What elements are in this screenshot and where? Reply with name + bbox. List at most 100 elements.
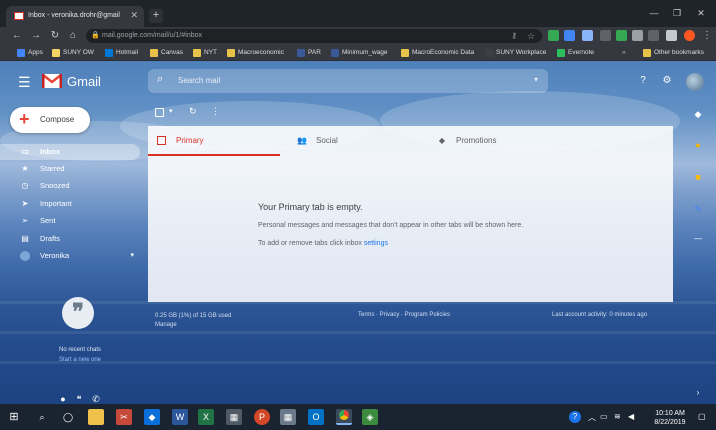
forward-icon[interactable]: → [29,29,43,43]
taskbar-clock[interactable]: 10:10 AM 8/22/2019 [648,409,692,427]
help-tray-icon[interactable]: ? [569,411,581,423]
main-menu-icon[interactable]: ☰ [18,75,32,89]
maximize-button[interactable]: ❐ [666,6,688,20]
file-explorer-icon[interactable] [88,409,104,425]
bookmark-other[interactable]: Other bookmarks [642,47,704,59]
apps-icon[interactable]: ▦ [280,409,296,425]
word-icon[interactable]: W [172,409,188,425]
manage-storage-link[interactable]: Manage [155,321,265,330]
close-window-button[interactable]: ✕ [690,6,712,20]
side-panel-toggle-icon[interactable]: ◆ [692,108,704,120]
camtasia-icon[interactable]: ◈ [362,409,378,425]
bookmark-evernote[interactable]: Evernote [556,47,594,59]
volume-icon[interactable]: ◀ [628,412,634,421]
inbox-icon: ▭ [21,147,29,156]
extension-misc-icon[interactable] [648,30,659,41]
extension-blue-icon[interactable] [564,30,575,41]
minimize-button[interactable]: — [643,6,665,20]
footer-terms-links[interactable]: Terms · Privacy · Program Policies [358,312,450,318]
folder-icon [52,49,60,57]
more-options-icon[interactable]: ⋮ [211,106,220,117]
dropbox-icon[interactable]: ◆ [144,409,160,425]
bookmarks-overflow-icon[interactable]: » [622,47,626,59]
snipping-tool-icon[interactable]: ✂ [116,409,132,425]
keep-icon[interactable]: ■ [692,171,704,183]
add-addon-icon[interactable]: — [692,233,704,245]
extension-green-icon[interactable] [548,30,559,41]
bookmark-suny-workplace[interactable]: SUNY Workplace [484,47,546,59]
browser-tab[interactable]: Inbox - veronika.drohr@gmail ✕ [6,6,144,27]
nav-item-starred[interactable]: ★ Starred [0,161,140,177]
powerpoint-icon[interactable]: P [254,409,270,425]
extension-gray-icon[interactable] [600,30,611,41]
reload-icon[interactable]: ↻ [48,29,62,43]
hangouts-chat-icon[interactable]: ❝ [72,394,86,404]
gmail-logo-icon[interactable] [42,74,62,88]
nav-item-sent[interactable]: ➢ Sent [0,213,140,229]
chrome-icon[interactable] [336,409,352,425]
outlook-icon[interactable]: O [308,409,324,425]
notifications-icon[interactable]: ▢ [698,412,706,421]
search-icon[interactable]: ⌕ [34,409,50,425]
bookmark-suny-ow[interactable]: SUNY OW [51,47,94,59]
tab-primary[interactable]: Primary [148,126,288,156]
wifi-icon[interactable]: ≋ [614,412,621,421]
search-icon[interactable]: ⌕ [157,73,163,86]
task-view-icon[interactable]: ◯ [60,409,76,425]
bookmark-hotmail[interactable]: Hotmail [104,47,138,59]
hangouts-phone-icon[interactable]: ✆ [89,394,103,404]
close-tab-icon[interactable]: ✕ [130,10,138,21]
menu-dots-icon[interactable]: ⋮ [700,29,714,43]
bookmark-canvas[interactable]: Canvas [149,47,183,59]
avatar[interactable] [686,73,704,91]
excel-icon[interactable]: X [198,409,214,425]
extension-cast-icon[interactable] [666,30,677,41]
windows-start-icon[interactable]: ⊞ [6,409,22,425]
last-account-activity[interactable]: Last account activity: 0 minutes ago [552,312,647,318]
hangouts-icon[interactable]: ❞ [62,297,94,329]
gmail-logo-text[interactable]: Gmail [67,74,101,89]
search-options-icon[interactable]: ▾ [534,75,538,84]
profile-icon[interactable] [684,30,695,41]
select-all-checkbox[interactable] [155,108,164,117]
network-icon[interactable]: ▭ [600,412,608,421]
bookmark-par[interactable]: PAR [296,47,321,59]
tab-social[interactable]: 👥 Social [288,126,428,156]
nav-item-inbox[interactable]: ▭ Inbox [0,144,140,160]
bookmark-macroeconomic[interactable]: Macroeconomic [226,47,284,59]
search-mail-input[interactable]: ⌕ Search mail ▾ [148,69,548,93]
compose-button[interactable]: + Compose [10,107,90,133]
nav-item-veronika[interactable]: Veronika ▾ [0,248,140,264]
extension-doc-icon[interactable] [632,30,643,41]
inbox-settings-link[interactable]: settings [364,240,388,247]
help-icon[interactable]: ? [636,74,650,88]
nav-label: Inbox [40,147,60,156]
refresh-icon[interactable]: ↻ [189,106,197,117]
extension-check-icon[interactable] [616,30,627,41]
show-side-panel-icon[interactable]: › [692,387,704,399]
nav-item-important[interactable]: ➤ Important [0,196,140,212]
select-dropdown-icon[interactable]: ▾ [169,107,173,115]
calculator-icon[interactable]: ▦ [226,409,242,425]
home-icon[interactable]: ⌂ [66,29,80,43]
bookmark-label: Minimum_wage [342,49,388,56]
calendar-icon[interactable]: ● [692,139,704,151]
tasks-icon[interactable]: ✎ [692,203,704,215]
nav-item-drafts[interactable]: ▤ Drafts [0,231,140,247]
bookmark-macroeconomic-data[interactable]: MacroEconomic Data [400,47,474,59]
hangouts-start-new-link[interactable]: Start a new one [20,357,140,363]
bookmark-apps[interactable]: Apps [16,47,43,59]
bookmark-star-icon[interactable]: ☆ [524,29,538,43]
bookmark-minimum-wage[interactable]: Minimum_wage [330,47,388,59]
bookmark-nyt[interactable]: NYT [192,47,217,59]
key-icon[interactable]: ⚷ [507,29,521,43]
back-icon[interactable]: ← [10,29,24,43]
tab-promotions[interactable]: ◆ Promotions [428,126,568,156]
settings-gear-icon[interactable]: ⚙ [660,74,674,88]
address-bar[interactable]: 🔒 mail.google.com/mail/u/1/#inbox [86,29,542,43]
show-hidden-icons-icon[interactable]: ︿ [588,412,596,423]
nav-item-snoozed[interactable]: ◷ Snoozed [0,178,140,194]
hangouts-contacts-icon[interactable]: ● [56,394,70,404]
new-tab-button[interactable]: + [149,9,163,23]
extension-shield-icon[interactable] [582,30,593,41]
